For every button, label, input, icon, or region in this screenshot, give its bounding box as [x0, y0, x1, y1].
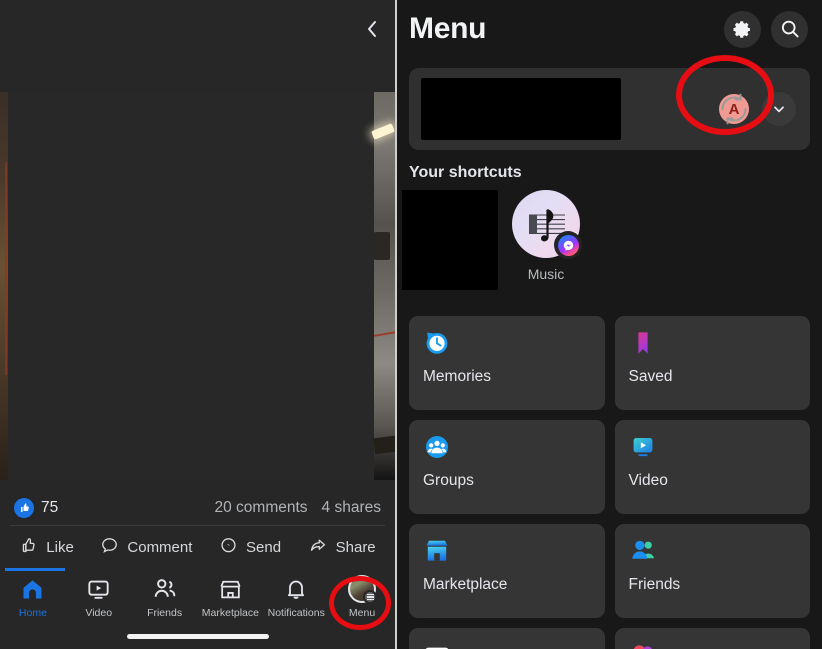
photo-line-decor — [373, 330, 395, 337]
messenger-badge-icon — [554, 231, 582, 259]
hamburger-badge-icon — [363, 590, 378, 604]
tile-video[interactable]: Video — [614, 420, 811, 514]
nav-label-video: Video — [85, 607, 113, 619]
nav-item-video[interactable]: Video — [66, 568, 132, 619]
shortcut-icon-wrap — [512, 190, 582, 259]
shares-count[interactable]: 4 shares — [322, 499, 381, 517]
stats-divider — [10, 525, 385, 526]
friends-icon — [152, 576, 178, 602]
post-photo-stage[interactable] — [0, 92, 395, 480]
like-button[interactable]: Like — [19, 536, 74, 559]
nav-item-marketplace[interactable]: Marketplace — [197, 568, 263, 619]
chevron-down-icon[interactable] — [762, 92, 796, 126]
avatar — [348, 575, 378, 604]
marketplace-store-icon — [423, 536, 605, 566]
tile-label-saved: Saved — [628, 368, 673, 385]
nav-item-home[interactable]: Home — [0, 568, 66, 619]
comment-button-label: Comment — [127, 538, 193, 556]
send-button[interactable]: Send — [219, 536, 281, 559]
comment-button[interactable]: Comment — [100, 536, 192, 559]
nav-label-menu: Menu — [348, 607, 376, 619]
tile-friends[interactable]: Friends — [614, 524, 811, 618]
nav-label-marketplace: Marketplace — [201, 607, 259, 619]
search-icon[interactable] — [771, 10, 808, 48]
nav-label-home: Home — [18, 607, 47, 619]
share-button[interactable]: Share — [308, 536, 376, 559]
tile-label-groups: Groups — [423, 472, 474, 489]
nav-item-menu[interactable]: Menu — [329, 568, 395, 619]
share-button-label: Share — [335, 538, 376, 556]
profile-card-actions: A — [712, 87, 796, 131]
shortcuts-row: Music — [397, 182, 822, 304]
shortcut-item-music[interactable]: Music — [498, 190, 594, 282]
bottom-navigation-bar: Home Video Friends Marketplace Notificat… — [0, 568, 395, 630]
home-icon — [20, 576, 45, 602]
profile-avatar-menu-icon — [348, 575, 378, 604]
tile-marketplace[interactable]: Marketplace — [409, 524, 605, 618]
thumbs-up-filled-icon — [14, 498, 34, 518]
shortcuts-section-title: Your shortcuts — [409, 164, 522, 181]
comments-count[interactable]: 20 comments — [215, 499, 308, 517]
screenshot-root: 75 20 comments 4 shares Like Comment Sen… — [0, 0, 822, 649]
reaction-summary[interactable]: 75 — [14, 498, 58, 518]
page-title: Menu — [409, 12, 487, 45]
tile-feeds[interactable] — [409, 628, 605, 649]
shortcut-item-redacted[interactable] — [402, 190, 498, 290]
menu-tiles-grid: Memories Saved Groups Video Marketplace … — [409, 316, 810, 649]
menu-header: Menu — [397, 0, 822, 58]
post-viewer-panel: 75 20 comments 4 shares Like Comment Sen… — [0, 0, 395, 649]
profile-name-redacted — [421, 78, 621, 140]
home-indicator — [126, 634, 269, 639]
profile-card[interactable]: A — [409, 55, 810, 150]
photo-edge-previous — [0, 92, 8, 480]
like-button-label: Like — [46, 538, 74, 556]
tile-reels[interactable] — [614, 628, 811, 649]
menu-panel: Menu A Your shortcuts Music Memories Sav… — [397, 0, 822, 649]
nav-item-notifications[interactable]: Notifications — [263, 568, 329, 619]
send-button-label: Send — [246, 538, 282, 556]
tile-label-friends: Friends — [628, 576, 681, 593]
post-stats-row: 75 20 comments 4 shares — [0, 492, 395, 524]
photo-floor-decor — [373, 435, 395, 455]
tile-saved[interactable]: Saved — [614, 316, 811, 410]
bookmark-icon — [629, 328, 811, 358]
video-play-icon — [629, 432, 811, 462]
menu-header-actions — [724, 10, 808, 48]
groups-icon — [423, 432, 605, 462]
clock-memories-icon — [423, 328, 605, 358]
like-count: 75 — [41, 499, 59, 516]
marketplace-icon — [218, 576, 243, 602]
chevron-left-icon[interactable] — [361, 18, 383, 40]
nav-label-notifications: Notifications — [267, 607, 325, 619]
feeds-card-icon — [423, 640, 605, 649]
post-viewer-topbar — [0, 0, 395, 60]
photo-edge-next — [371, 92, 395, 480]
video-icon — [86, 576, 111, 602]
ceiling-light-decor — [371, 123, 395, 140]
thumbs-up-outline-icon — [19, 536, 38, 559]
account-switch-icon[interactable]: A — [712, 87, 756, 131]
reels-circles-icon — [629, 640, 811, 649]
post-photo-redacted — [8, 92, 374, 480]
tile-label-marketplace: Marketplace — [423, 576, 508, 593]
post-action-row: Like Comment Send Share — [0, 528, 395, 566]
tile-groups[interactable]: Groups — [409, 420, 605, 514]
friends-people-icon — [629, 536, 811, 566]
tile-label-video: Video — [628, 472, 668, 489]
gear-icon[interactable] — [724, 10, 761, 48]
nav-label-friends: Friends — [147, 607, 183, 619]
share-arrow-icon — [308, 536, 328, 559]
tile-memories[interactable]: Memories — [409, 316, 605, 410]
photo-object-decor — [374, 231, 390, 260]
bell-icon — [284, 576, 308, 602]
nav-item-friends[interactable]: Friends — [132, 568, 198, 619]
post-stats-right: 20 comments 4 shares — [215, 499, 382, 517]
comment-bubble-icon — [100, 536, 119, 559]
tile-label-memories: Memories — [423, 368, 492, 385]
messenger-send-icon — [219, 536, 238, 559]
shortcut-label-music: Music — [527, 266, 565, 282]
